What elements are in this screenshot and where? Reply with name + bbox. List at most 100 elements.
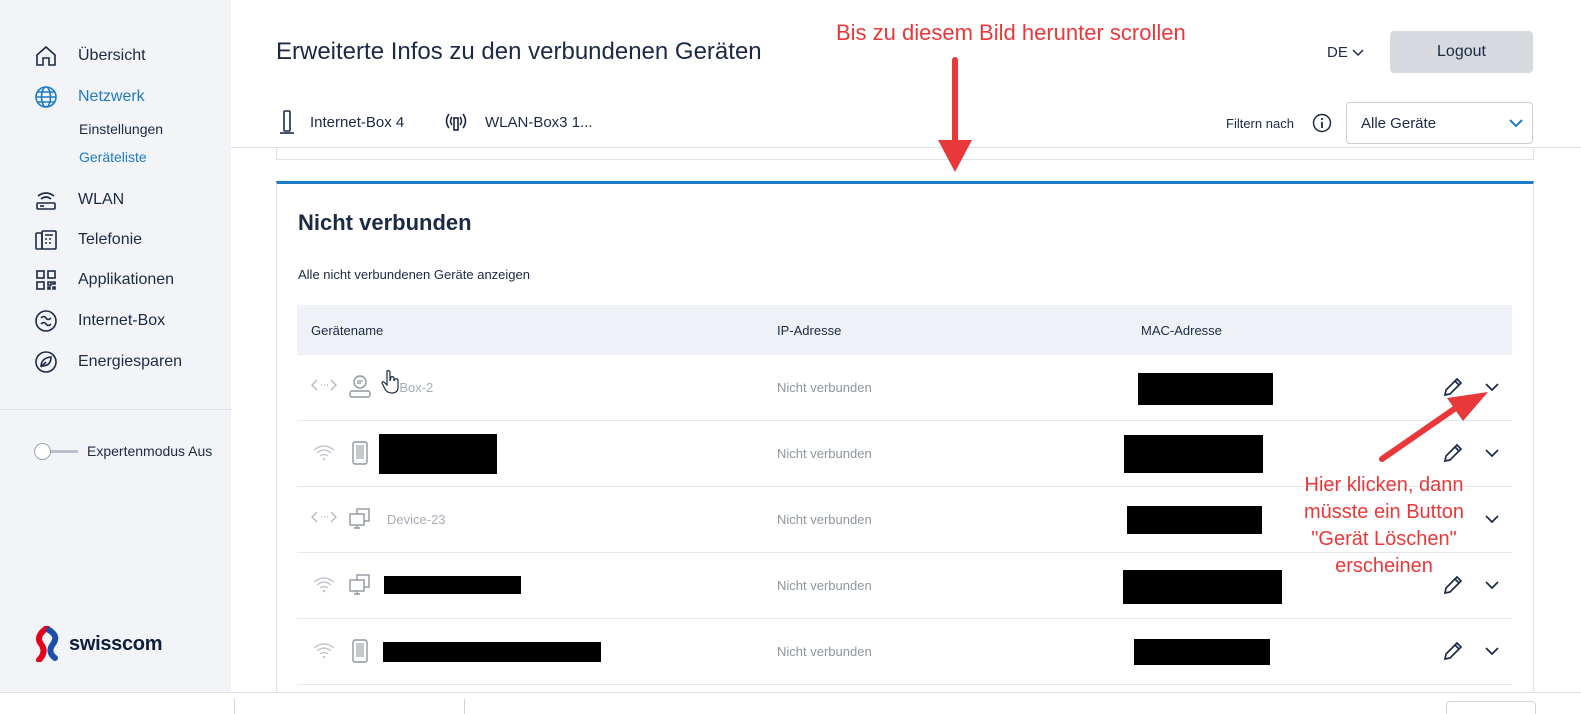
table-header: Gerätename IP-Adresse MAC-Adresse [297, 305, 1512, 355]
wifi-icon [313, 445, 335, 461]
chevron-down-icon[interactable] [1482, 377, 1502, 397]
bottom-separator [234, 699, 235, 714]
sidebar-item-label: Internet-Box [78, 312, 166, 329]
hand-cursor-icon [381, 370, 399, 394]
chevron-down-icon [1509, 119, 1523, 128]
leaf-icon [33, 349, 59, 375]
router-icon [33, 187, 59, 213]
sidebar-item-wlan[interactable]: WLAN [33, 186, 124, 214]
sidebar-item-label: Netzwerk [78, 88, 145, 105]
device-tab-label: Internet-Box 4 [310, 113, 405, 131]
language-selector[interactable]: DE [1327, 44, 1364, 61]
card-subtitle: Alle nicht verbundenen Geräte anzeigen [298, 267, 530, 282]
chevron-down-icon[interactable] [1482, 641, 1502, 661]
toggle-knob [34, 443, 51, 460]
tv-box-icon [349, 375, 371, 398]
device-tab-label: WLAN-Box3 1... [485, 113, 593, 131]
sidebar-item-label: Telefonie [78, 231, 143, 248]
annotation-line: Hier klicken, dann [1304, 474, 1464, 496]
info-icon[interactable] [1312, 113, 1332, 133]
redacted-device-name [384, 576, 521, 594]
phone-icon [352, 639, 368, 663]
redacted-device-name [383, 642, 601, 662]
sidebar-subitem-geraeteliste[interactable]: Geräteliste [79, 149, 147, 165]
bottom-strip [0, 692, 1581, 714]
chevron-down-icon[interactable] [1482, 509, 1502, 529]
globe-icon [33, 84, 59, 110]
logout-button[interactable]: Logout [1390, 31, 1533, 73]
computer-icon [349, 574, 370, 595]
internet-box-device-icon [280, 110, 294, 134]
column-header-ip: IP-Adresse [777, 323, 842, 338]
ip-address: Nicht verbunden [777, 512, 872, 527]
wifi-icon [313, 643, 335, 659]
annotation-line: "Gerät Löschen" [1311, 528, 1457, 550]
annotation-line: müsste ein Button [1303, 501, 1465, 523]
bottom-box [1446, 701, 1536, 714]
column-header-name: Gerätename [311, 323, 384, 338]
filter-select-value: Alle Geräte [1361, 115, 1437, 132]
language-value: DE [1327, 44, 1348, 61]
pencil-icon[interactable] [1441, 375, 1465, 399]
card-title: Nicht verbunden [298, 210, 472, 235]
ip-address: Nicht verbunden [777, 446, 872, 461]
redacted-mac [1127, 506, 1262, 534]
pencil-icon[interactable] [1441, 639, 1465, 663]
sidebar-divider [0, 409, 231, 410]
table-row[interactable]: -Box-2 Nicht verbunden [297, 355, 1512, 421]
redacted-device-name [379, 434, 497, 474]
previous-card-bottom [276, 147, 1534, 160]
not-connected-card: Nicht verbunden Alle nicht verbundenen G… [276, 181, 1534, 701]
ip-address: Nicht verbunden [777, 380, 872, 395]
computer-icon [349, 508, 370, 529]
internet-box-icon [33, 308, 59, 334]
sidebar-item-internet-box[interactable]: Internet-Box [33, 307, 165, 335]
logo-text: swisscom [69, 632, 163, 655]
annotation-scroll-hint: Bis zu diesem Bild herunter scrollen [836, 20, 1186, 45]
sidebar-item-telefonie[interactable]: Telefonie [33, 226, 142, 254]
device-tab-wlan-box[interactable]: WLAN-Box3 1... [443, 108, 593, 136]
fax-icon [33, 227, 59, 253]
ethernet-icon [311, 511, 337, 523]
chevron-down-icon[interactable] [1482, 443, 1502, 463]
ip-address: Nicht verbunden [777, 578, 872, 593]
sidebar-item-uebersicht[interactable]: Übersicht [33, 42, 146, 70]
sidebar-subitem-einstellungen[interactable]: Einstellungen [79, 121, 163, 137]
ethernet-icon [311, 379, 337, 391]
sidebar-item-netzwerk[interactable]: Netzwerk [33, 83, 145, 111]
sidebar-item-label: WLAN [78, 191, 125, 208]
chevron-down-icon [1352, 48, 1364, 56]
wlan-box-icon [445, 113, 467, 131]
expert-mode-label: Expertenmodus Aus [87, 443, 213, 459]
device-tab-internet-box[interactable]: Internet-Box 4 [278, 108, 404, 136]
ip-address: Nicht verbunden [777, 644, 872, 659]
wifi-icon [313, 577, 335, 593]
bottom-separator [464, 699, 465, 714]
annotation-line: erscheinen [1335, 555, 1433, 577]
page-title: Erweiterte Infos zu den verbundenen Gerä… [276, 38, 762, 65]
sidebar-item-label: Übersicht [78, 47, 146, 64]
pencil-icon[interactable] [1441, 441, 1465, 465]
annotation-click-hint: Hier klicken, dann müsste ein Button "Ge… [1284, 472, 1484, 580]
home-icon [33, 43, 59, 69]
swisscom-logo: swisscom [33, 626, 163, 662]
filter-label: Filtern nach [1226, 116, 1294, 131]
column-header-mac: MAC-Adresse [1141, 323, 1222, 338]
redacted-mac [1138, 373, 1273, 405]
apps-icon [33, 267, 59, 293]
filter-select[interactable]: Alle Geräte [1346, 102, 1533, 144]
redacted-mac [1123, 570, 1282, 604]
sidebar-item-label: Applikationen [78, 271, 175, 288]
redacted-mac [1134, 639, 1270, 665]
expert-mode-toggle[interactable] [34, 442, 78, 460]
sidebar: Übersicht Netzwerk Einstellungen Gerätel… [0, 0, 231, 692]
redacted-mac [1124, 435, 1263, 473]
chevron-down-icon[interactable] [1482, 575, 1502, 595]
device-name: Device-23 [387, 512, 446, 527]
sidebar-item-label: Energiesparen [78, 353, 183, 370]
phone-icon [352, 441, 368, 465]
sidebar-item-applikationen[interactable]: Applikationen [33, 266, 174, 294]
sidebar-item-energiesparen[interactable]: Energiesparen [33, 348, 182, 376]
table-row[interactable]: Nicht verbunden [297, 619, 1512, 685]
swisscom-logo-icon [36, 626, 59, 662]
